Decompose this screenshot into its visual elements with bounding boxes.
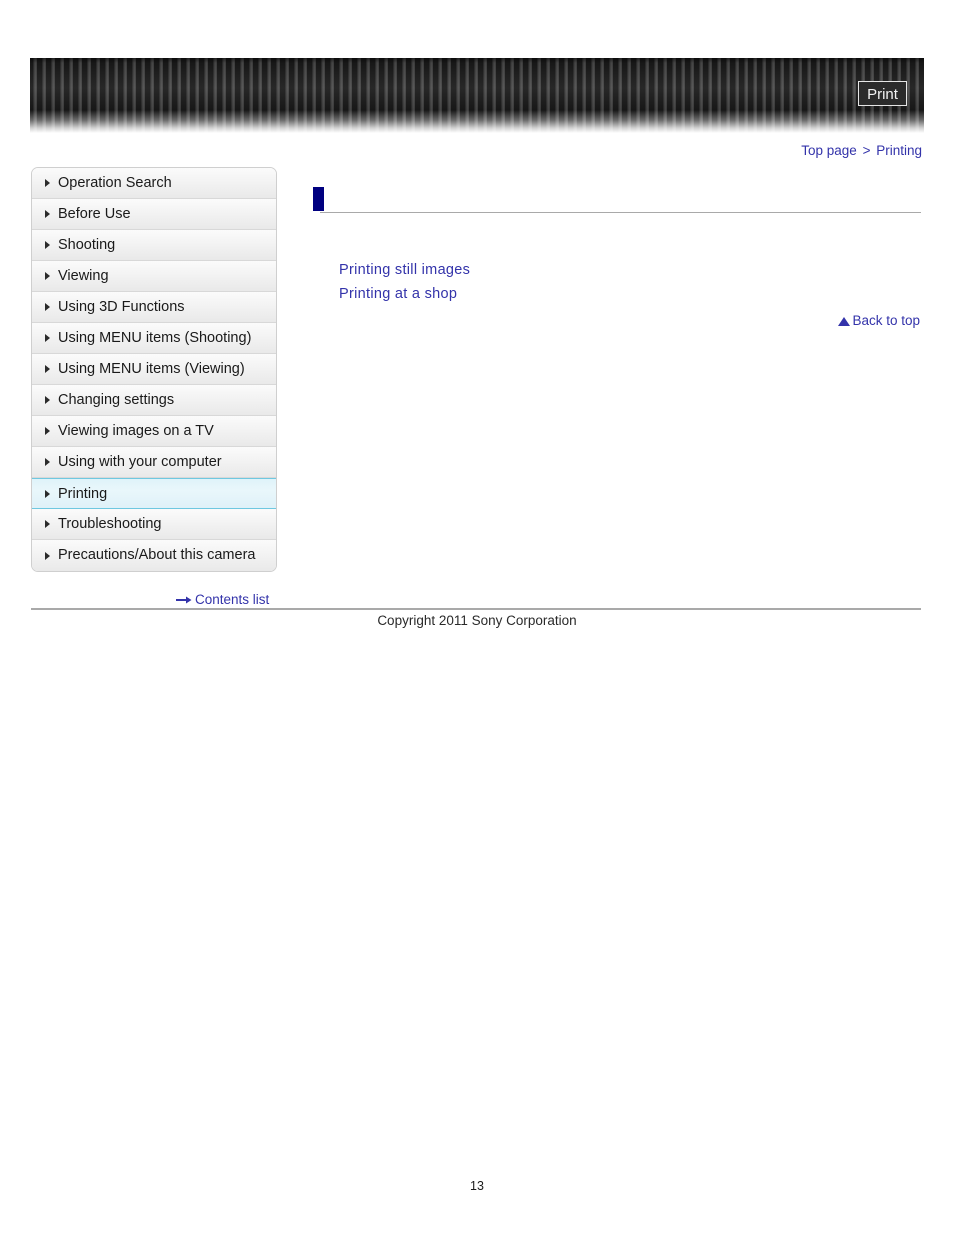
- sidebar-item-precautions-about-this-camera[interactable]: Precautions/About this camera: [32, 540, 276, 571]
- sidebar-item-changing-settings[interactable]: Changing settings: [32, 385, 276, 416]
- triangle-bullet-icon: [45, 210, 50, 218]
- triangle-bullet-icon: [45, 458, 50, 466]
- triangle-bullet-icon: [45, 520, 50, 528]
- triangle-bullet-icon: [45, 272, 50, 280]
- sidebar-item-label: Using MENU items (Shooting): [58, 330, 252, 346]
- sidebar-item-viewing[interactable]: Viewing: [32, 261, 276, 292]
- header-banner-shading: [30, 58, 924, 133]
- sidebar-item-label: Changing settings: [58, 392, 175, 408]
- sidebar-item-label: Viewing: [58, 268, 109, 284]
- sidebar-item-operation-search[interactable]: Operation Search: [32, 168, 276, 199]
- section-title-marker: [313, 187, 324, 211]
- sidebar-item-label: Using with your computer: [58, 454, 222, 470]
- triangle-bullet-icon: [45, 179, 50, 187]
- breadcrumb-separator: >: [862, 143, 871, 158]
- sidebar-item-label: Before Use: [58, 206, 131, 222]
- back-to-top-link[interactable]: Back to top: [838, 313, 920, 328]
- triangle-bullet-icon: [45, 489, 50, 498]
- breadcrumb-current-page[interactable]: Printing: [876, 143, 922, 158]
- triangle-bullet-icon: [45, 303, 50, 311]
- sidebar-item-label: Printing: [58, 486, 108, 502]
- sidebar-item-label: Troubleshooting: [58, 516, 162, 532]
- sidebar-item-label: Using 3D Functions: [58, 299, 185, 315]
- content-link-printing-still-images[interactable]: Printing still images: [339, 262, 470, 278]
- triangle-bullet-icon: [45, 427, 50, 435]
- sidebar-item-printing[interactable]: Printing: [32, 478, 276, 509]
- sidebar-item-label: Viewing images on a TV: [58, 423, 214, 439]
- contents-list-label: Contents list: [195, 592, 270, 607]
- breadcrumb-top-page-link[interactable]: Top page: [801, 143, 857, 158]
- sidebar-nav: Operation Search Before Use Shooting Vie…: [31, 167, 277, 572]
- contents-list-link[interactable]: Contents list: [176, 592, 269, 607]
- breadcrumb: Top page > Printing: [801, 143, 922, 158]
- up-triangle-icon: [838, 317, 851, 326]
- sidebar-item-using-with-your-computer[interactable]: Using with your computer: [32, 447, 276, 478]
- sidebar-item-label: Operation Search: [58, 175, 172, 191]
- sidebar-item-viewing-images-on-a-tv[interactable]: Viewing images on a TV: [32, 416, 276, 447]
- title-divider-rule: [320, 212, 921, 213]
- triangle-bullet-icon: [45, 365, 50, 373]
- back-to-top-label: Back to top: [852, 313, 920, 328]
- copyright-notice: Copyright 2011 Sony Corporation: [377, 613, 577, 628]
- sidebar-item-label: Using MENU items (Viewing): [58, 361, 245, 377]
- sidebar-item-before-use[interactable]: Before Use: [32, 199, 276, 230]
- sidebar-item-label: Shooting: [58, 237, 116, 253]
- content-link-printing-at-a-shop[interactable]: Printing at a shop: [339, 286, 457, 302]
- triangle-bullet-icon: [45, 551, 50, 560]
- page-number: 13: [470, 1179, 484, 1193]
- sidebar-item-shooting[interactable]: Shooting: [32, 230, 276, 261]
- triangle-bullet-icon: [45, 241, 50, 249]
- print-button[interactable]: Print: [858, 81, 907, 106]
- triangle-bullet-icon: [45, 334, 50, 342]
- sidebar-item-using-menu-items-viewing[interactable]: Using MENU items (Viewing): [32, 354, 276, 385]
- sidebar-item-using-3d-functions[interactable]: Using 3D Functions: [32, 292, 276, 323]
- sidebar-item-label: Precautions/About this camera: [58, 547, 256, 563]
- sidebar-item-troubleshooting[interactable]: Troubleshooting: [32, 509, 276, 540]
- sidebar-item-using-menu-items-shooting[interactable]: Using MENU items (Shooting): [32, 323, 276, 354]
- right-arrow-icon: [176, 593, 192, 604]
- footer-divider-rule: [31, 608, 921, 610]
- triangle-bullet-icon: [45, 396, 50, 404]
